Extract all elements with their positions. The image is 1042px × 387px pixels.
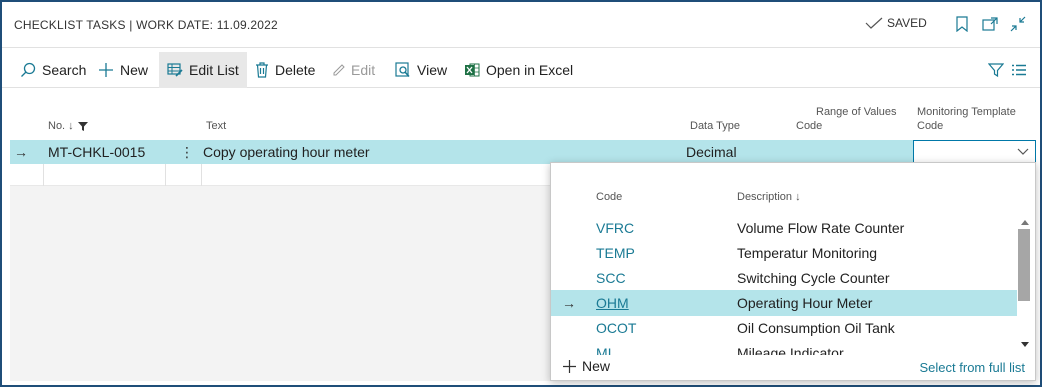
- column-header-text[interactable]: Text: [206, 119, 226, 133]
- edit-label: Edit: [351, 62, 376, 78]
- chevron-down-icon: [1017, 148, 1029, 155]
- lookup-row[interactable]: SCC Switching Cycle Counter: [551, 265, 1017, 291]
- view-icon: [395, 62, 410, 78]
- column-no-label: No. ↓: [48, 120, 74, 132]
- lookup-code: VFRC: [596, 220, 635, 236]
- range-header-line2: Code: [796, 120, 823, 132]
- range-header-line1: Range of Values: [816, 106, 897, 118]
- scrollbar-thumb[interactable]: [1018, 229, 1030, 301]
- lookup-code: TEMP: [596, 245, 635, 261]
- column-header-monitoring-template[interactable]: Monitoring Template Code: [917, 105, 1016, 133]
- page-title: CHECKLIST TASKS | WORK DATE: 11.09.2022: [14, 18, 278, 32]
- divider: [201, 164, 202, 186]
- scroll-down-icon[interactable]: [1021, 342, 1029, 348]
- column-header-data-type[interactable]: Data Type: [690, 119, 740, 133]
- filter-applied-icon: [77, 121, 88, 131]
- list-view-button[interactable]: [1012, 52, 1026, 88]
- filter-icon: [988, 63, 1004, 78]
- plus-icon: [99, 63, 113, 77]
- edit-list-label: Edit List: [189, 62, 239, 78]
- view-label: View: [417, 62, 448, 78]
- lookup-row[interactable]: OCOT Oil Consumption Oil Tank: [551, 315, 1017, 341]
- lookup-code: OHM: [596, 295, 629, 311]
- list-icon: [1012, 64, 1026, 76]
- row-no-cell[interactable]: MT-CHKL-0015: [48, 140, 145, 164]
- new-label: New: [120, 62, 149, 78]
- edit-list-icon: [167, 63, 183, 77]
- selected-arrow-icon: →: [562, 295, 576, 311]
- scroll-up-icon[interactable]: [1021, 219, 1029, 225]
- action-bar: Search New Edit List Delete Edit View Op…: [2, 52, 1040, 88]
- edit-button[interactable]: Edit: [333, 52, 375, 88]
- lookup-row[interactable]: TEMP Temperatur Monitoring: [551, 240, 1017, 266]
- search-icon: [21, 62, 36, 77]
- search-button[interactable]: Search: [20, 52, 86, 88]
- lookup-column-code[interactable]: Code: [596, 191, 622, 203]
- row-text-cell[interactable]: Copy operating hour meter: [203, 140, 370, 164]
- delete-button[interactable]: Delete: [255, 52, 315, 88]
- lookup-code: SCC: [596, 270, 626, 286]
- trash-icon: [256, 62, 268, 78]
- select-from-full-list-link[interactable]: Select from full list: [920, 360, 1025, 375]
- lookup-description: Switching Cycle Counter: [737, 270, 890, 286]
- saved-label: SAVED: [887, 16, 927, 30]
- lookup-column-description[interactable]: Description ↓: [737, 191, 801, 203]
- plus-icon: [563, 359, 576, 373]
- lookup-description: Volume Flow Rate Counter: [737, 220, 905, 236]
- lookup-description: Oil Consumption Oil Tank: [737, 320, 895, 336]
- template-header-line1: Monitoring Template: [917, 106, 1016, 118]
- new-button[interactable]: New: [98, 52, 148, 88]
- divider: [43, 164, 44, 186]
- page-frame: CHECKLIST TASKS | WORK DATE: 11.09.2022 …: [0, 0, 1042, 387]
- column-header-range-values[interactable]: Range of Values Code: [796, 105, 897, 133]
- lookup-new-label: New: [582, 358, 611, 374]
- open-new-window-icon[interactable]: [980, 14, 1000, 34]
- lookup-new-button[interactable]: New: [563, 358, 610, 374]
- divider: [165, 164, 166, 186]
- open-in-excel-button[interactable]: Open in Excel: [464, 52, 573, 88]
- row-selected-arrow-icon: →: [14, 144, 28, 160]
- view-button[interactable]: View: [395, 52, 447, 88]
- lookup-description: Temperatur Monitoring: [737, 245, 878, 261]
- title-bar: CHECKLIST TASKS | WORK DATE: 11.09.2022 …: [2, 2, 1040, 48]
- table-row[interactable]: → MT-CHKL-0015 ⋮ Copy operating hour met…: [10, 140, 1036, 164]
- edit-list-button[interactable]: Edit List: [159, 52, 247, 88]
- grid-empty-area: [10, 186, 550, 381]
- pencil-icon: [333, 64, 345, 76]
- lookup-code: OCOT: [596, 320, 637, 336]
- row-actions-icon[interactable]: ⋮: [180, 140, 194, 164]
- lookup-footer: New Select from full list: [551, 355, 1035, 380]
- delete-label: Delete: [275, 62, 316, 78]
- bookmark-icon[interactable]: [952, 14, 972, 34]
- checkmark-icon: [865, 17, 883, 29]
- row-data-type-cell[interactable]: Decimal: [686, 140, 737, 164]
- column-header-no[interactable]: No. ↓: [48, 119, 88, 133]
- filter-button[interactable]: [988, 52, 1004, 88]
- monitoring-template-select[interactable]: [913, 140, 1036, 163]
- lookup-dropdown: Code Description ↓ VFRC Volume Flow Rate…: [550, 162, 1036, 381]
- collapse-icon[interactable]: [1008, 14, 1028, 34]
- excel-icon: [465, 63, 480, 77]
- lookup-description: Operating Hour Meter: [737, 295, 873, 311]
- search-label: Search: [42, 62, 87, 78]
- open-in-excel-label: Open in Excel: [486, 62, 574, 78]
- saved-status: SAVED: [864, 16, 927, 30]
- lookup-row-selected[interactable]: → OHM Operating Hour Meter: [551, 290, 1017, 316]
- template-header-line2: Code: [917, 120, 944, 132]
- lookup-row[interactable]: VFRC Volume Flow Rate Counter: [551, 215, 1017, 241]
